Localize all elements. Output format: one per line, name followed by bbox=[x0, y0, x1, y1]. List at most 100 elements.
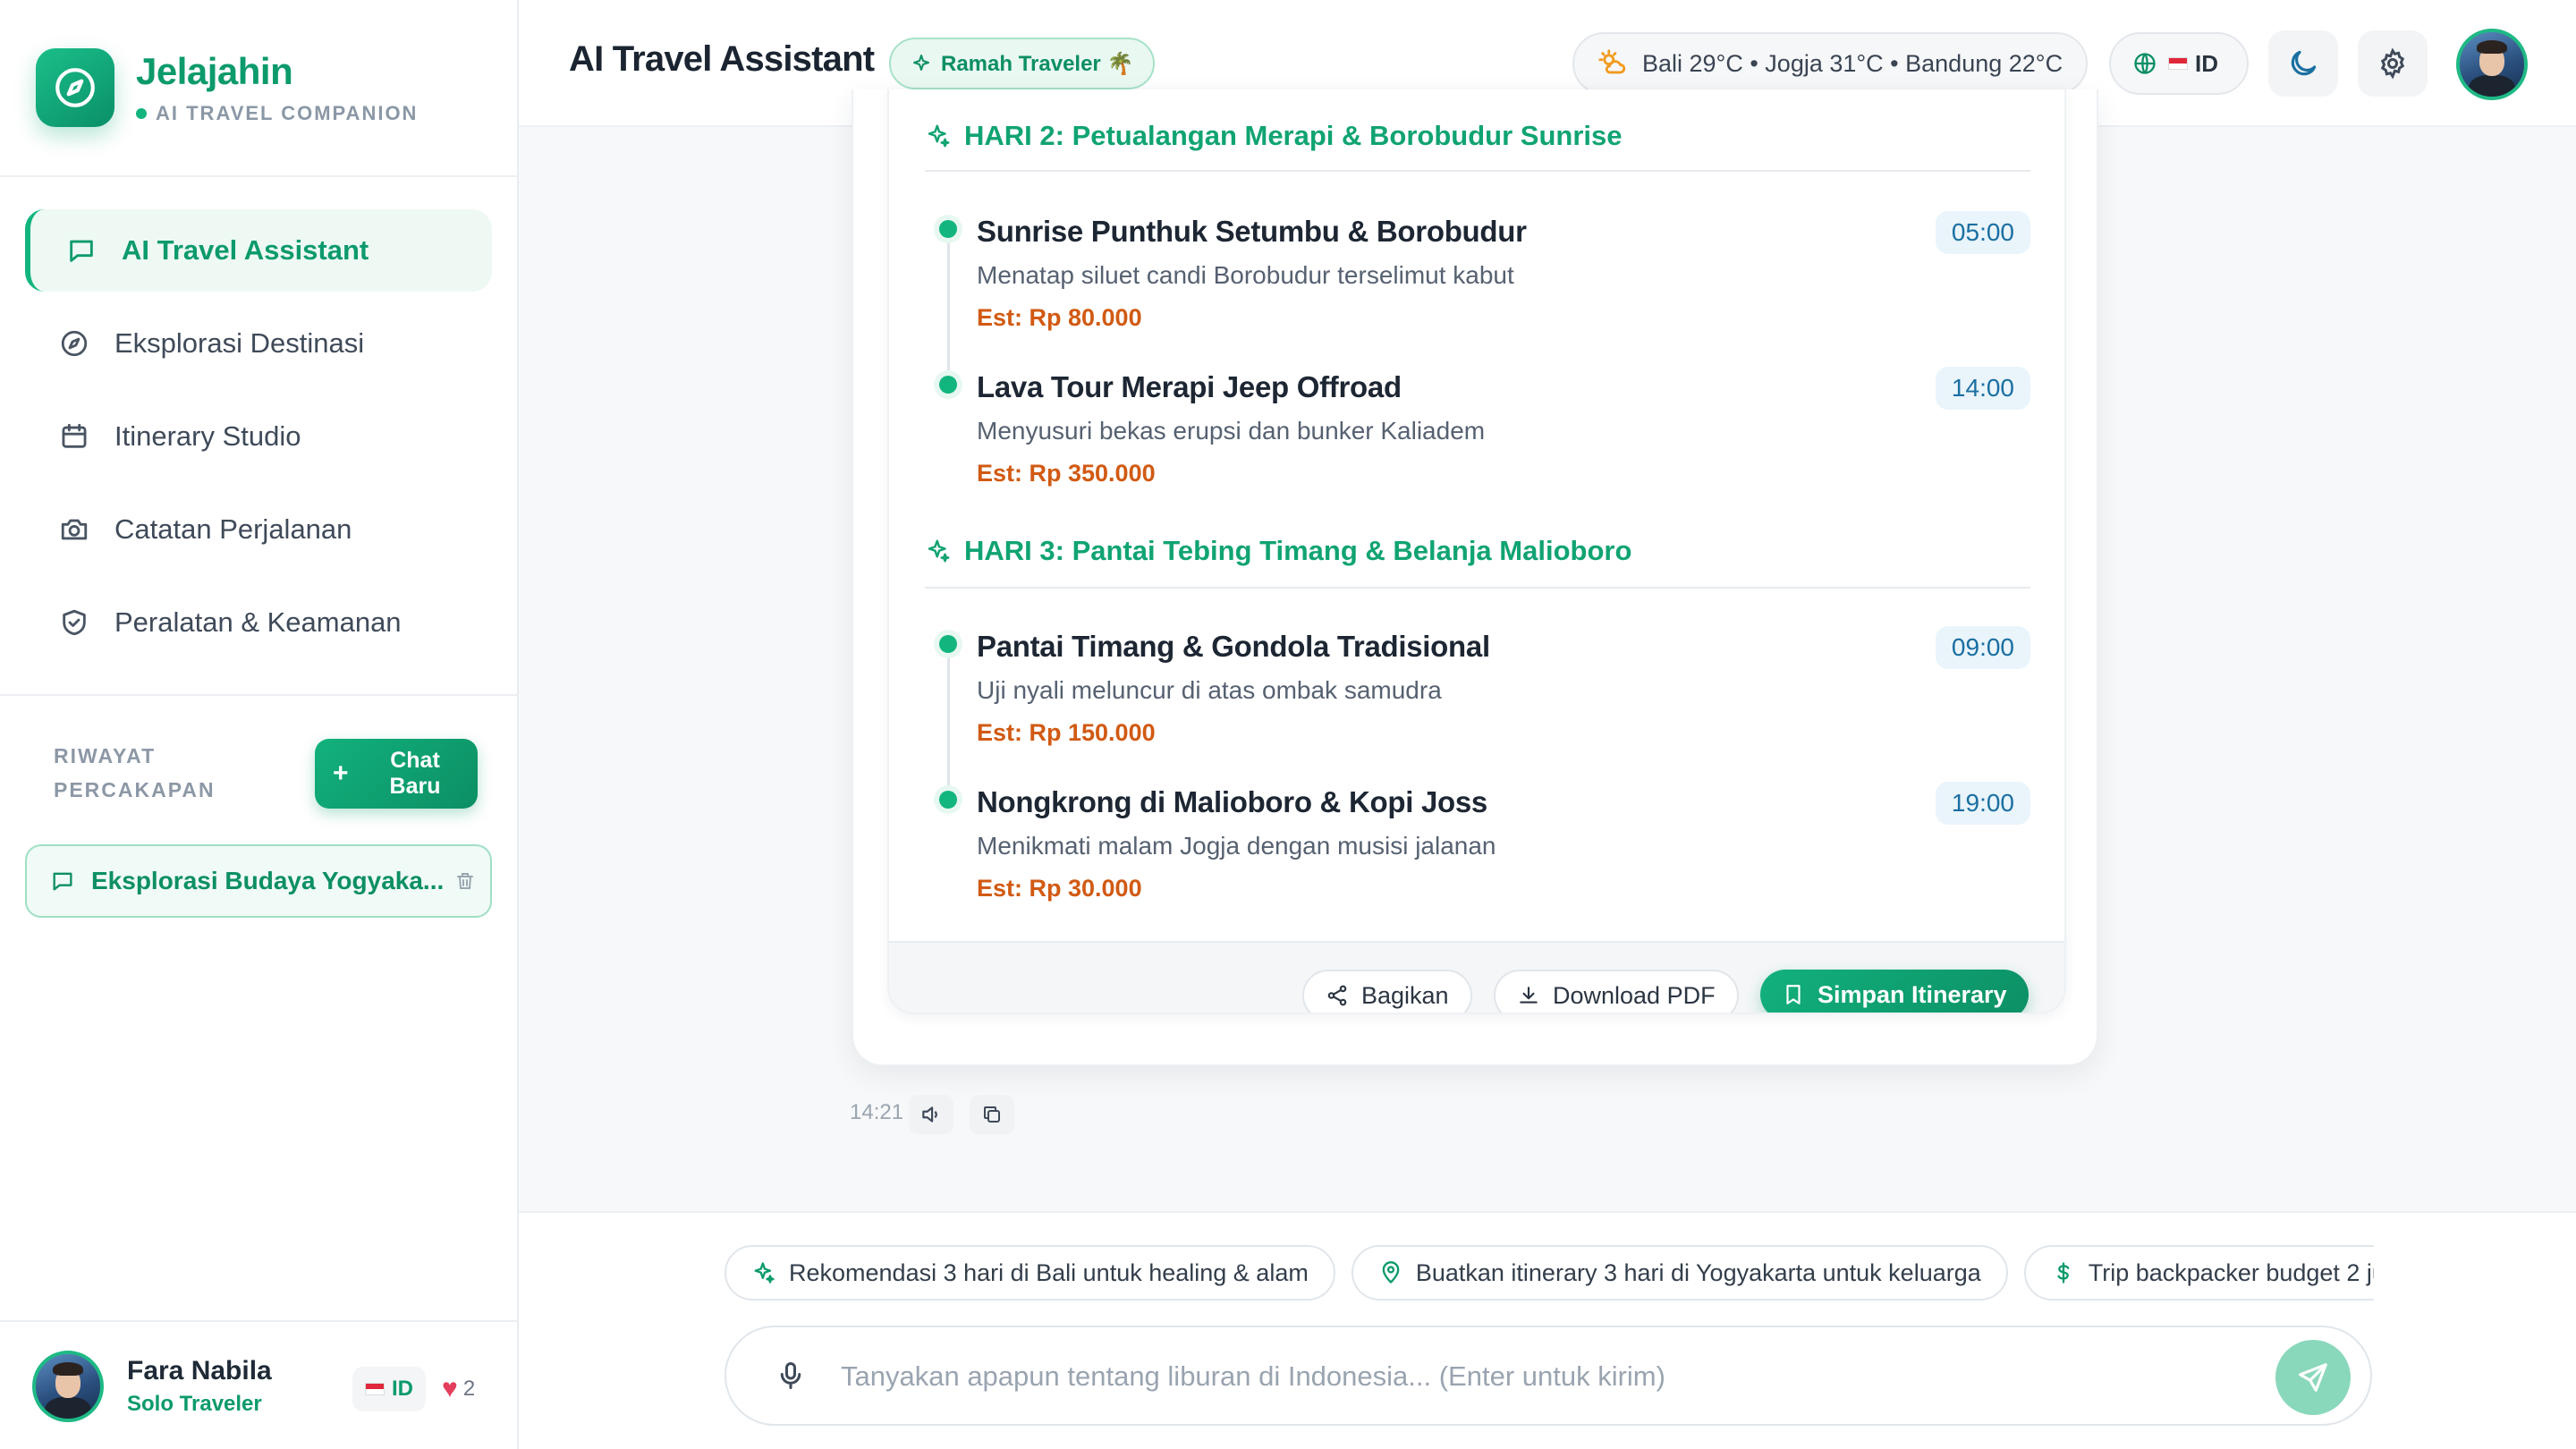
suggestion-chip[interactable]: Buatkan itinerary 3 hari di Yogyakarta u… bbox=[1351, 1245, 2008, 1301]
new-chat-label-line: Chat bbox=[390, 748, 440, 773]
nav-item-itinerary-studio[interactable]: Itinerary Studio bbox=[25, 395, 492, 478]
timeline-line bbox=[947, 240, 950, 370]
chat-input-box bbox=[724, 1326, 2372, 1426]
timeline-dot bbox=[939, 635, 957, 653]
weather-widget[interactable]: Bali 29°C • Jogja 31°C • Bandung 22°C bbox=[1572, 32, 2088, 95]
suggestion-chip[interactable]: Rekomendasi 3 hari di Bali untuk healing… bbox=[724, 1245, 1335, 1301]
new-chat-button[interactable]: + Chat Baru bbox=[315, 739, 478, 809]
profile-avatar-button[interactable] bbox=[2456, 29, 2528, 100]
sparkle-icon bbox=[928, 539, 950, 563]
calendar-icon bbox=[57, 419, 91, 453]
nav-label: Peralatan & Keamanan bbox=[114, 606, 402, 638]
brand-tagline: AI TRAVEL COMPANION bbox=[136, 102, 418, 125]
copy-button[interactable] bbox=[970, 1095, 1014, 1134]
assistant-message-card: HARI 2: Petualangan Merapi & Borobudur S… bbox=[852, 89, 2098, 1066]
send-button[interactable] bbox=[2275, 1340, 2351, 1415]
language-code: ID bbox=[2195, 49, 2218, 77]
suggestion-text: Buatkan itinerary 3 hari di Yogyakarta u… bbox=[1415, 1258, 1981, 1286]
nav-label: Eksplorasi Destinasi bbox=[114, 327, 365, 359]
gear-icon bbox=[2380, 47, 2405, 80]
dollar-icon bbox=[2057, 1262, 2070, 1284]
divider bbox=[0, 694, 519, 696]
nav-item-eksplorasi-destinasi[interactable]: Eksplorasi Destinasi bbox=[25, 302, 492, 385]
status-badge-text: Ramah Traveler 🌴 bbox=[941, 51, 1134, 76]
read-aloud-button[interactable] bbox=[909, 1095, 953, 1134]
download-pdf-button[interactable]: Download PDF bbox=[1494, 970, 1739, 1013]
share-icon bbox=[1327, 985, 1347, 1006]
day-heading: HARI 2: Petualangan Merapi & Borobudur S… bbox=[925, 120, 1622, 152]
timeline-dot bbox=[939, 220, 957, 238]
nav-item-peralatan-keamanan[interactable]: Peralatan & Keamanan bbox=[25, 581, 492, 664]
avatar bbox=[32, 1351, 104, 1422]
save-itinerary-button[interactable]: Simpan Itinerary bbox=[1760, 970, 2029, 1013]
nav-label: AI Travel Assistant bbox=[122, 234, 369, 266]
compass-icon bbox=[57, 326, 91, 360]
activity-name: Sunrise Punthuk Setumbu & Borobudur bbox=[977, 215, 1527, 248]
nav-label: Itinerary Studio bbox=[114, 420, 301, 452]
send-icon bbox=[2299, 1363, 2327, 1392]
suggestion-chip[interactable]: Trip backpacker budget 2 juta bbox=[2023, 1245, 2374, 1301]
suggestion-text: Rekomendasi 3 hari di Bali untuk healing… bbox=[789, 1258, 1309, 1286]
copy-icon bbox=[984, 1106, 1000, 1123]
chat-bubble-icon bbox=[64, 233, 98, 267]
user-role: Solo Traveler bbox=[127, 1392, 262, 1416]
day-heading: HARI 3: Pantai Tebing Timang & Belanja M… bbox=[925, 535, 1631, 567]
user-favorites[interactable]: ♥ 2 bbox=[442, 1367, 475, 1411]
theme-toggle-button[interactable] bbox=[2268, 30, 2338, 97]
itinerary-actions: Bagikan Download PDF Simpan Itinerary bbox=[889, 941, 2064, 1013]
activity-description: Uji nyali meluncur di atas ombak samudra bbox=[977, 676, 1442, 704]
nav-item-ai-travel-assistant[interactable]: AI Travel Assistant bbox=[25, 209, 492, 292]
new-chat-label: Chat Baru bbox=[369, 748, 462, 800]
sidebar: Jelajahin AI TRAVEL COMPANION AI Travel … bbox=[0, 0, 519, 1449]
indonesia-flag-icon bbox=[365, 1383, 385, 1395]
activity-name: Nongkrong di Malioboro & Kopi Joss bbox=[977, 785, 1487, 818]
save-label: Simpan Itinerary bbox=[1818, 980, 2007, 1008]
chat-input[interactable] bbox=[841, 1349, 2075, 1404]
activity-description: Menikmati malam Jogja dengan musisi jala… bbox=[977, 832, 1496, 860]
activity-time-badge: 19:00 bbox=[1935, 782, 2030, 825]
brand-tagline-text: AI TRAVEL COMPANION bbox=[156, 102, 419, 124]
chat-bubble-icon bbox=[50, 869, 75, 894]
suggestion-chips: Rekomendasi 3 hari di Bali untuk healing… bbox=[724, 1245, 2374, 1301]
camera-icon bbox=[57, 513, 91, 547]
divider bbox=[0, 175, 519, 177]
speaker-icon bbox=[922, 1106, 937, 1123]
day-title: HARI 2: Petualangan Merapi & Borobudur S… bbox=[964, 120, 1623, 151]
brand-name: Jelajahin bbox=[136, 50, 293, 92]
share-label: Bagikan bbox=[1361, 981, 1449, 1009]
history-item-title: Eksplorasi Budaya Yogyaka... bbox=[91, 867, 445, 894]
compass-icon bbox=[36, 48, 114, 127]
status-badge: Ramah Traveler 🌴 bbox=[889, 38, 1156, 89]
composer-area: Rekomendasi 3 hari di Bali untuk healing… bbox=[519, 1211, 2576, 1449]
activity-cost: Est: Rp 30.000 bbox=[977, 875, 1142, 902]
day-title: HARI 3: Pantai Tebing Timang & Belanja M… bbox=[964, 535, 1632, 566]
language-selector[interactable]: ID bbox=[2109, 32, 2249, 95]
message-timestamp: 14:21 bbox=[850, 1100, 904, 1124]
microphone-icon[interactable] bbox=[775, 1358, 807, 1394]
new-chat-label-line: Baru bbox=[389, 774, 441, 799]
sparkle-icon bbox=[754, 1262, 775, 1284]
brand[interactable]: Jelajahin AI TRAVEL COMPANION bbox=[36, 47, 418, 129]
activity-name: Pantai Timang & Gondola Tradisional bbox=[977, 630, 1490, 663]
settings-button[interactable] bbox=[2358, 30, 2428, 97]
map-pin-icon bbox=[1382, 1261, 1400, 1284]
suggestion-text: Trip backpacker budget 2 juta bbox=[2088, 1258, 2374, 1286]
trash-icon[interactable] bbox=[454, 870, 476, 892]
globe-icon bbox=[2134, 53, 2156, 74]
user-profile[interactable]: Fara Nabila Solo Traveler ID ♥ 2 bbox=[32, 1349, 497, 1424]
indonesia-flag-icon bbox=[2168, 57, 2188, 70]
weather-text: Bali 29°C • Jogja 31°C • Bandung 22°C bbox=[1642, 49, 2063, 77]
share-button[interactable]: Bagikan bbox=[1302, 970, 1472, 1013]
history-item[interactable]: Eksplorasi Budaya Yogyaka... bbox=[25, 844, 492, 918]
activity-cost: Est: Rp 80.000 bbox=[977, 304, 1142, 331]
download-label: Download PDF bbox=[1553, 981, 1716, 1009]
timeline-dot bbox=[939, 791, 957, 809]
nav-label: Catatan Perjalanan bbox=[114, 513, 352, 545]
nav-item-catatan-perjalanan[interactable]: Catatan Perjalanan bbox=[25, 488, 492, 571]
timeline-dot bbox=[939, 376, 957, 394]
sparkle-icon bbox=[928, 124, 950, 148]
user-language-badge[interactable]: ID bbox=[352, 1367, 426, 1411]
activity-cost: Est: Rp 150.000 bbox=[977, 719, 1156, 746]
activity-time-badge: 09:00 bbox=[1935, 626, 2030, 669]
activity-description: Menatap siluet candi Borobudur terselimu… bbox=[977, 261, 1514, 289]
